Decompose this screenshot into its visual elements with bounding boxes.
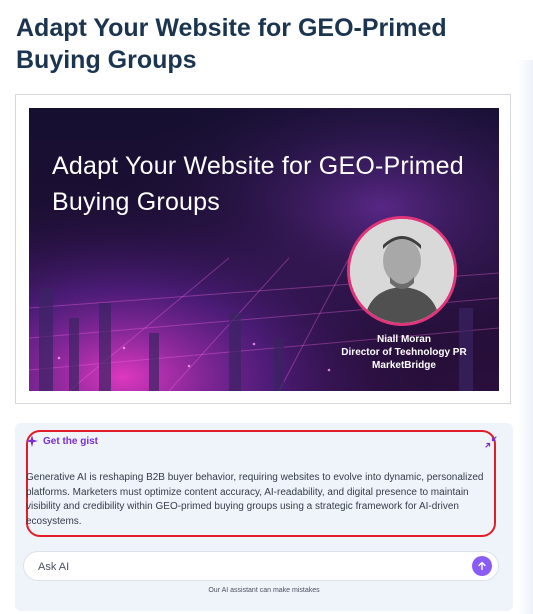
collapse-arrows-icon[interactable] <box>485 436 497 448</box>
sparkle-icon <box>26 435 38 447</box>
speaker-role: Director of Technology PR <box>341 347 467 358</box>
gist-header: Get the gist <box>26 435 98 447</box>
page-edge-shadow <box>517 60 533 614</box>
ask-ai-box[interactable] <box>23 551 499 581</box>
speaker-portrait-icon <box>350 219 454 323</box>
send-button[interactable] <box>472 556 492 576</box>
banner-title: Adapt Your Website for GEO-Primed Buying… <box>52 152 464 216</box>
video-banner[interactable]: Adapt Your Website for GEO-Primed Buying… <box>29 108 499 391</box>
page-title: Adapt Your Website for GEO-Primed Buying… <box>16 14 447 74</box>
gist-panel: Get the gist Generative AI is reshaping … <box>15 423 513 611</box>
speaker-company: MarketBridge <box>372 360 436 371</box>
video-thumbnail-frame[interactable]: Adapt Your Website for GEO-Primed Buying… <box>15 94 511 404</box>
ai-disclaimer: Our AI assistant can make mistakes <box>208 587 320 594</box>
speaker-name: Niall Moran <box>377 334 431 345</box>
ask-ai-input[interactable] <box>36 558 460 576</box>
arrow-up-icon <box>478 561 486 571</box>
gist-summary: Generative AI is reshaping B2B buyer beh… <box>26 472 484 527</box>
speaker-photo <box>347 216 457 326</box>
gist-label: Get the gist <box>43 435 99 447</box>
